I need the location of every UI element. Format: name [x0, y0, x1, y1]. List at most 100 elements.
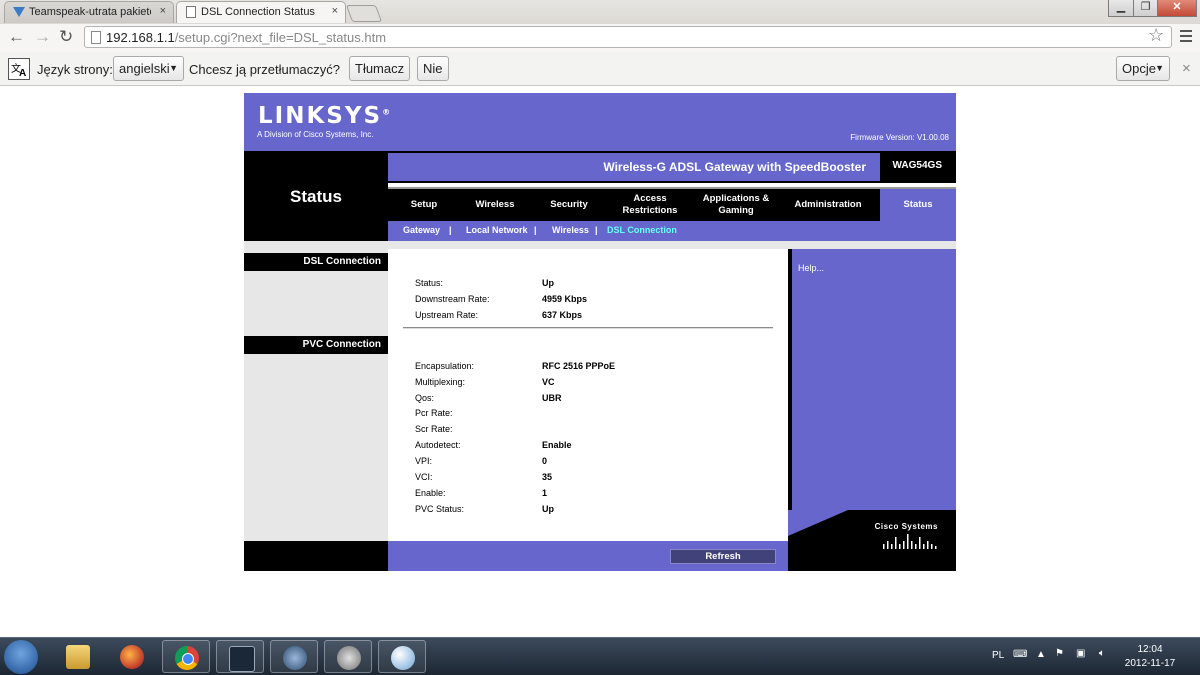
- divider: [244, 241, 956, 249]
- separator: |: [449, 225, 452, 235]
- nav-status[interactable]: Status: [880, 189, 956, 221]
- dropdown-arrow-icon: ▼: [169, 63, 178, 73]
- nav-access-restrictions[interactable]: Access Restrictions: [614, 189, 686, 221]
- logo-subtitle: A Division of Cisco Systems, Inc.: [257, 130, 374, 139]
- section-block: Status: [244, 151, 388, 241]
- language-select[interactable]: angielski ▼: [113, 56, 184, 81]
- tab-title: Teamspeak-utrata pakietó: [29, 6, 151, 18]
- left-column: DSL Connection PVC Connection: [244, 249, 388, 541]
- help-link[interactable]: Help...: [798, 263, 824, 273]
- forum-favicon-icon: [13, 7, 25, 17]
- nav-administration[interactable]: Administration: [786, 189, 870, 221]
- downstream-rate-value: 4959 Kbps: [542, 294, 588, 304]
- pvc-connection-heading: PVC Connection: [244, 336, 388, 354]
- dsl-status-label: Status:: [415, 278, 444, 288]
- dsl-connection-heading: DSL Connection: [244, 253, 388, 271]
- steam-taskbar-icon[interactable]: [216, 640, 264, 673]
- volume-icon[interactable]: 🔈︎: [1099, 648, 1105, 659]
- vci-value: 35: [542, 472, 553, 482]
- chrome-taskbar-icon[interactable]: [162, 640, 210, 673]
- help-panel: Help...: [788, 249, 956, 541]
- autodetect-value: Enable: [542, 440, 572, 450]
- page-language-label: Język strony:: [37, 62, 113, 77]
- media-taskbar-icon[interactable]: [324, 640, 372, 673]
- close-window-button[interactable]: ✕: [1157, 0, 1197, 17]
- subnav-gateway[interactable]: Gateway: [403, 225, 440, 235]
- clock[interactable]: 12:04 2012-11-17: [1120, 643, 1180, 671]
- scr-rate-label: Scr Rate:: [415, 424, 453, 434]
- nav-security[interactable]: Security: [538, 189, 600, 221]
- back-arrow-icon[interactable]: ←: [8, 27, 25, 47]
- subnav-local-network[interactable]: Local Network: [466, 225, 528, 235]
- footer-left: [244, 541, 388, 571]
- tab-dsl-status[interactable]: DSL Connection Status ×: [176, 1, 346, 23]
- new-tab-button[interactable]: [345, 5, 383, 22]
- subnav-wireless[interactable]: Wireless: [552, 225, 589, 235]
- firefox-taskbar-icon[interactable]: [108, 640, 156, 673]
- options-button[interactable]: Opcje ▼: [1116, 56, 1170, 81]
- tab-close-icon[interactable]: ×: [332, 5, 338, 17]
- refresh-button[interactable]: Refresh: [670, 549, 776, 564]
- vci-label: VCI:: [415, 472, 433, 482]
- reload-icon[interactable]: ↻: [59, 27, 73, 47]
- translate-icon: 文A: [8, 58, 30, 80]
- status-content: Status: Up Downstream Rate: 4959 Kbps Up…: [388, 249, 788, 541]
- section-title: Status: [290, 187, 342, 206]
- start-button[interactable]: [4, 640, 38, 674]
- separator: |: [534, 225, 537, 235]
- encapsulation-label: Encapsulation:: [415, 361, 475, 371]
- tab-close-icon[interactable]: ×: [160, 5, 166, 17]
- model-name: WAG54GS: [892, 160, 942, 171]
- subnav-dsl-connection[interactable]: DSL Connection: [607, 225, 677, 235]
- explorer-taskbar-icon[interactable]: [54, 640, 102, 673]
- product-bar: Wireless-G ADSL Gateway with SpeedBooste…: [388, 151, 956, 183]
- nav-setup[interactable]: Setup: [398, 189, 450, 221]
- autodetect-label: Autodetect:: [415, 440, 461, 450]
- bookmark-star-icon[interactable]: ☆: [1148, 25, 1164, 46]
- divider: [403, 327, 773, 329]
- nav-wireless[interactable]: Wireless: [464, 189, 526, 221]
- multiplexing-label: Multiplexing:: [415, 377, 466, 387]
- vpi-value: 0: [542, 456, 548, 466]
- pcr-rate-label: Pcr Rate:: [415, 408, 453, 418]
- pvc-status-label: PVC Status:: [415, 504, 465, 514]
- translate-button[interactable]: Tłumacz: [349, 56, 411, 81]
- forward-arrow-icon[interactable]: →: [34, 27, 51, 47]
- network-icon[interactable]: ▣: [1076, 648, 1085, 659]
- maximize-button[interactable]: ❐: [1133, 0, 1158, 17]
- header-band: LINKSYS® A Division of Cisco Systems, In…: [244, 93, 956, 151]
- action-center-flag-icon[interactable]: ⚑: [1055, 648, 1064, 659]
- keyboard-icon[interactable]: ⌨: [1013, 649, 1027, 660]
- no-button[interactable]: Nie: [417, 56, 449, 81]
- corner-shape: [788, 510, 848, 536]
- clock-date: 2012-11-17: [1124, 658, 1176, 669]
- product-name-box: Wireless-G ADSL Gateway with SpeedBooste…: [388, 153, 880, 181]
- enable-label: Enable:: [415, 488, 446, 498]
- upstream-rate-label: Upstream Rate:: [415, 310, 479, 320]
- tray-expand-icon[interactable]: ▲: [1036, 649, 1046, 660]
- teamspeak-taskbar-icon[interactable]: [270, 640, 318, 673]
- pvc-status-value: Up: [542, 504, 554, 514]
- sub-nav: Gateway | Local Network | Wireless | DSL…: [388, 221, 956, 241]
- language-indicator[interactable]: PL: [992, 650, 1004, 661]
- translate-infobar: 文A Język strony: angielski ▼ Chcesz ją pr…: [0, 52, 1200, 86]
- tab-teamspeak[interactable]: Teamspeak-utrata pakietó ×: [4, 1, 174, 23]
- infobar-close-icon[interactable]: ×: [1182, 60, 1191, 77]
- cisco-systems-logo: Cisco Systems: [874, 522, 938, 531]
- router-page: LINKSYS® A Division of Cisco Systems, In…: [244, 93, 956, 571]
- wrench-menu-icon[interactable]: [1180, 30, 1192, 45]
- linksys-logo: LINKSYS®: [258, 103, 393, 129]
- vpi-label: VPI:: [415, 456, 433, 466]
- address-bar[interactable]: 192.168.1.1/setup.cgi?next_file=DSL_stat…: [84, 26, 1172, 48]
- tab-title: DSL Connection Status: [201, 6, 315, 18]
- page-favicon-icon: [186, 6, 196, 18]
- windows-taskbar: PL ⌨ ▲ ⚑ ▣ 🔈︎ 12:04 2012-11-17: [0, 637, 1200, 675]
- nav-applications-gaming[interactable]: Applications & Gaming: [696, 189, 776, 221]
- downstream-rate-label: Downstream Rate:: [415, 294, 490, 304]
- separator: |: [595, 225, 598, 235]
- minimize-button[interactable]: ▁: [1108, 0, 1134, 17]
- browser-tab-strip: Teamspeak-utrata pakietó × DSL Connectio…: [0, 0, 1200, 24]
- main-nav: Setup Wireless Security Access Restricti…: [388, 187, 956, 221]
- paint-taskbar-icon[interactable]: [378, 640, 426, 673]
- upstream-rate-value: 637 Kbps: [542, 310, 583, 320]
